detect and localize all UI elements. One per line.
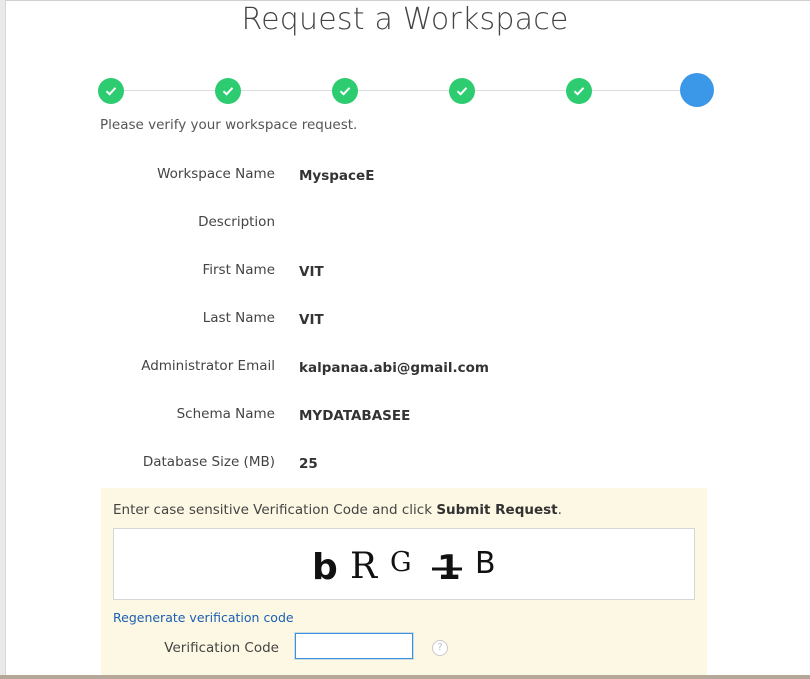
captcha-image: b R G 1 B (113, 528, 695, 600)
step-1-complete (98, 78, 124, 104)
progress-track (112, 90, 708, 91)
field-value: VIT (299, 312, 324, 328)
verification-code-input[interactable] (295, 633, 413, 659)
page-title: Request a Workspace (241, 2, 569, 37)
step-5-complete (566, 78, 592, 104)
captcha-char: G (390, 547, 412, 578)
field-last-name: Last Name VIT (100, 310, 700, 330)
field-label: Schema Name (176, 406, 275, 422)
check-icon (573, 87, 585, 96)
check-icon (105, 87, 117, 96)
verification-panel: Enter case sensitive Verification Code a… (101, 488, 707, 679)
intro-text: Please verify your workspace request. (100, 117, 358, 133)
instruction-period: . (557, 502, 562, 518)
window-left-border (0, 0, 6, 679)
field-label: Last Name (202, 310, 275, 326)
field-schema-name: Schema Name MYDATABASEE (100, 406, 700, 426)
field-admin-email: Administrator Email kalpanaa.abi@gmail.c… (100, 358, 700, 378)
field-label: Description (198, 214, 275, 230)
captcha-graphic: b R G 1 B (312, 546, 496, 588)
check-icon (339, 87, 351, 96)
captcha-char: R (350, 546, 378, 587)
field-workspace-name: Workspace Name MyspaceE (100, 166, 700, 186)
field-value: MyspaceE (299, 168, 375, 184)
field-label: Administrator Email (141, 358, 275, 374)
field-first-name: First Name VIT (100, 262, 700, 282)
taskbar-edge (0, 675, 810, 679)
field-database-size: Database Size (MB) 25 (100, 454, 700, 474)
captcha-char: B (475, 546, 496, 581)
field-label: First Name (202, 262, 275, 278)
wizard-progress (98, 72, 720, 110)
check-icon (456, 87, 468, 96)
field-value: kalpanaa.abi@gmail.com (299, 360, 489, 376)
verification-instruction: Enter case sensitive Verification Code a… (113, 502, 562, 518)
captcha-char: b (312, 547, 338, 588)
step-3-complete (332, 78, 358, 104)
field-description: Description (100, 214, 700, 234)
question-circle-icon[interactable]: ? (432, 640, 448, 656)
field-value: MYDATABASEE (299, 408, 411, 424)
check-icon (222, 87, 234, 96)
verification-code-label: Verification Code (164, 640, 279, 656)
step-2-complete (215, 78, 241, 104)
field-label: Workspace Name (157, 166, 275, 182)
regenerate-code-link[interactable]: Regenerate verification code (113, 610, 294, 625)
submit-request-emphasis: Submit Request (436, 502, 558, 518)
instruction-text: Enter case sensitive Verification Code a… (113, 502, 437, 518)
field-value: VIT (299, 264, 324, 280)
field-value: 25 (299, 456, 318, 472)
field-label: Database Size (MB) (142, 454, 275, 470)
step-6-current (680, 73, 714, 107)
step-4-complete (449, 78, 475, 104)
